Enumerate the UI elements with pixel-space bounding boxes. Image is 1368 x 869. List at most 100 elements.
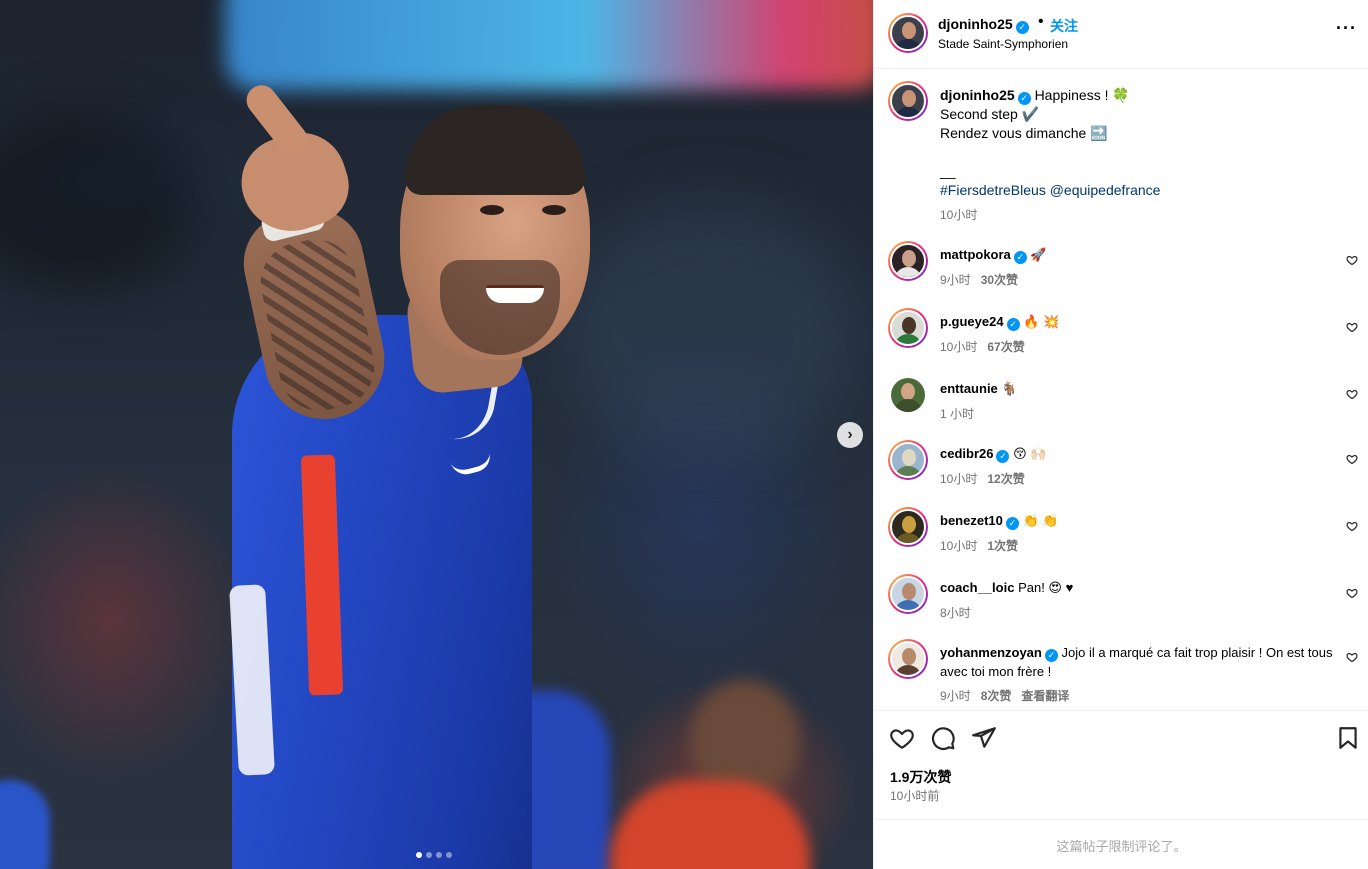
comment-time: 9小时 [940, 273, 971, 287]
comment-body: 🐐 [1001, 381, 1018, 396]
comment-like-heart-icon[interactable] [1346, 254, 1358, 266]
verified-badge-icon: ✓ [1006, 318, 1020, 331]
comment-like-heart-icon[interactable] [1346, 520, 1358, 532]
more-options-icon[interactable]: ··· [1336, 18, 1357, 39]
comment-username[interactable]: cedibr26 [940, 446, 993, 461]
comment-text: mattpokora ✓ 🚀 [940, 245, 1335, 264]
hashtag-link[interactable]: #FiersdetreBleus [940, 182, 1046, 198]
background-blur [0, 110, 200, 290]
avatar[interactable] [888, 241, 928, 281]
post-media[interactable]: › [0, 0, 873, 869]
comment-like-count[interactable]: 1次赞 [987, 539, 1018, 553]
action-bar: 1.9万次赞 10小时前 [874, 710, 1368, 819]
avatar[interactable] [888, 507, 928, 547]
background-player [0, 780, 50, 869]
comment-like-heart-icon[interactable] [1346, 453, 1358, 465]
post-side-panel: djoninho25 ✓ • 关注 Stade Saint-Symphorien … [873, 0, 1368, 869]
verified-badge-icon: ✓ [1044, 649, 1058, 662]
comment-username[interactable]: benezet10 [940, 513, 1003, 528]
username-link[interactable]: djoninho25 ✓ [938, 16, 1029, 34]
comment-text: coach__loic Pan! 😍 ♥ [940, 578, 1335, 597]
comment-text: cedibr26 ✓ 😚 🙌🏻 [940, 444, 1335, 463]
comment-username[interactable]: yohanmenzoyan [940, 645, 1042, 660]
comment-body: 🚀 [1030, 247, 1047, 262]
mention-link[interactable]: @equipedefrance [1050, 182, 1161, 198]
player-eye [480, 205, 504, 215]
bookmark-icon[interactable] [1335, 725, 1361, 751]
comment-username[interactable]: mattpokora [940, 247, 1011, 262]
comment-like-heart-icon[interactable] [1346, 321, 1358, 333]
comment-meta: 1 小时 [940, 405, 984, 422]
caption-time: 10小时 [940, 208, 978, 222]
comment-meta: 9小时 8次赞 查看翻译 [940, 687, 1079, 704]
comment-like-heart-icon[interactable] [1346, 388, 1358, 400]
carousel-dot [446, 852, 452, 858]
avatar[interactable] [888, 574, 928, 614]
caption-username[interactable]: djoninho25 [940, 87, 1015, 103]
comments-limited-notice: 这篇帖子限制评论了。 [874, 819, 1368, 869]
chevron-right-icon: › [847, 426, 853, 443]
comment-body: 🔥 💥 [1023, 314, 1060, 329]
caption-line: Second step ✔️ [940, 106, 1040, 122]
background-player [610, 780, 810, 869]
comment-time: 1 小时 [940, 407, 975, 421]
see-translation-link[interactable]: 查看翻译 [1021, 689, 1069, 703]
comment-meta: 8小时 [940, 604, 981, 621]
username[interactable]: djoninho25 [938, 16, 1013, 32]
comment-meta: 10小时 12次赞 [940, 470, 1035, 487]
avatar[interactable] [888, 308, 928, 348]
like-heart-icon[interactable] [889, 725, 915, 751]
caption-line: Rendez vous dimanche 🔜 [940, 125, 1108, 141]
comment-body: 😚 🙌🏻 [1013, 446, 1047, 461]
like-count[interactable]: 1.9万次赞 [890, 767, 951, 787]
avatar[interactable] [888, 639, 928, 679]
comment-username[interactable]: p.gueye24 [940, 314, 1004, 329]
comment-time: 9小时 [940, 689, 971, 703]
comment-like-count[interactable]: 30次赞 [981, 273, 1018, 287]
verified-badge-icon: ✓ [1013, 251, 1027, 264]
caption-line: __ [940, 163, 956, 179]
comment-time: 10小时 [940, 472, 978, 486]
verified-badge-icon: ✓ [1015, 21, 1029, 34]
avatar[interactable] [891, 378, 925, 412]
comment-text: enttaunie 🐐 [940, 379, 1335, 398]
background-blur [560, 200, 860, 460]
comment-like-count[interactable]: 67次赞 [987, 340, 1024, 354]
comment-username[interactable]: enttaunie [940, 381, 998, 396]
carousel-dot [426, 852, 432, 858]
avatar[interactable] [888, 81, 928, 121]
separator: • [1038, 13, 1044, 30]
comment-body: 👏 👏 [1022, 513, 1059, 528]
avatar[interactable] [888, 440, 928, 480]
player-hair [405, 105, 585, 195]
post-timestamp: 10小时前 [890, 789, 940, 803]
verified-badge-icon: ✓ [1005, 517, 1019, 530]
carousel-dot [416, 852, 422, 858]
comment-icon[interactable] [930, 725, 956, 751]
share-send-icon[interactable] [971, 725, 997, 751]
verified-badge-icon: ✓ [1017, 92, 1031, 105]
comment-meta: 10小时 67次赞 [940, 338, 1035, 355]
comment-time: 10小时 [940, 340, 978, 354]
avatar[interactable] [888, 13, 928, 53]
player-smile [486, 285, 544, 303]
verified-badge-icon: ✓ [996, 450, 1010, 463]
comment-meta: 9小时 30次赞 [940, 271, 1028, 288]
comment-like-count[interactable]: 12次赞 [987, 472, 1024, 486]
comment-time: 10小时 [940, 539, 978, 553]
comment-like-heart-icon[interactable] [1346, 651, 1358, 663]
comment-text: yohanmenzoyan ✓ Jojo il a marqué ca fait … [940, 643, 1335, 681]
caption-line: Happiness ! 🍀 [1034, 87, 1130, 103]
comment-like-count[interactable]: 8次赞 [981, 689, 1012, 703]
comment-text: p.gueye24 ✓ 🔥 💥 [940, 312, 1335, 331]
comment-username[interactable]: coach__loic [940, 580, 1014, 595]
carousel-indicator [416, 852, 452, 858]
carousel-dot [436, 852, 442, 858]
carousel-next-button[interactable]: › [837, 422, 863, 448]
comment-time: 8小时 [940, 606, 971, 620]
caption-text: djoninho25 ✓ Happiness ! 🍀 Second step ✔️… [940, 86, 1350, 200]
follow-button[interactable]: 关注 [1050, 16, 1078, 36]
comment-like-heart-icon[interactable] [1346, 587, 1358, 599]
comment-text: benezet10 ✓ 👏 👏 [940, 511, 1335, 530]
location-link[interactable]: Stade Saint-Symphorien [938, 37, 1068, 51]
